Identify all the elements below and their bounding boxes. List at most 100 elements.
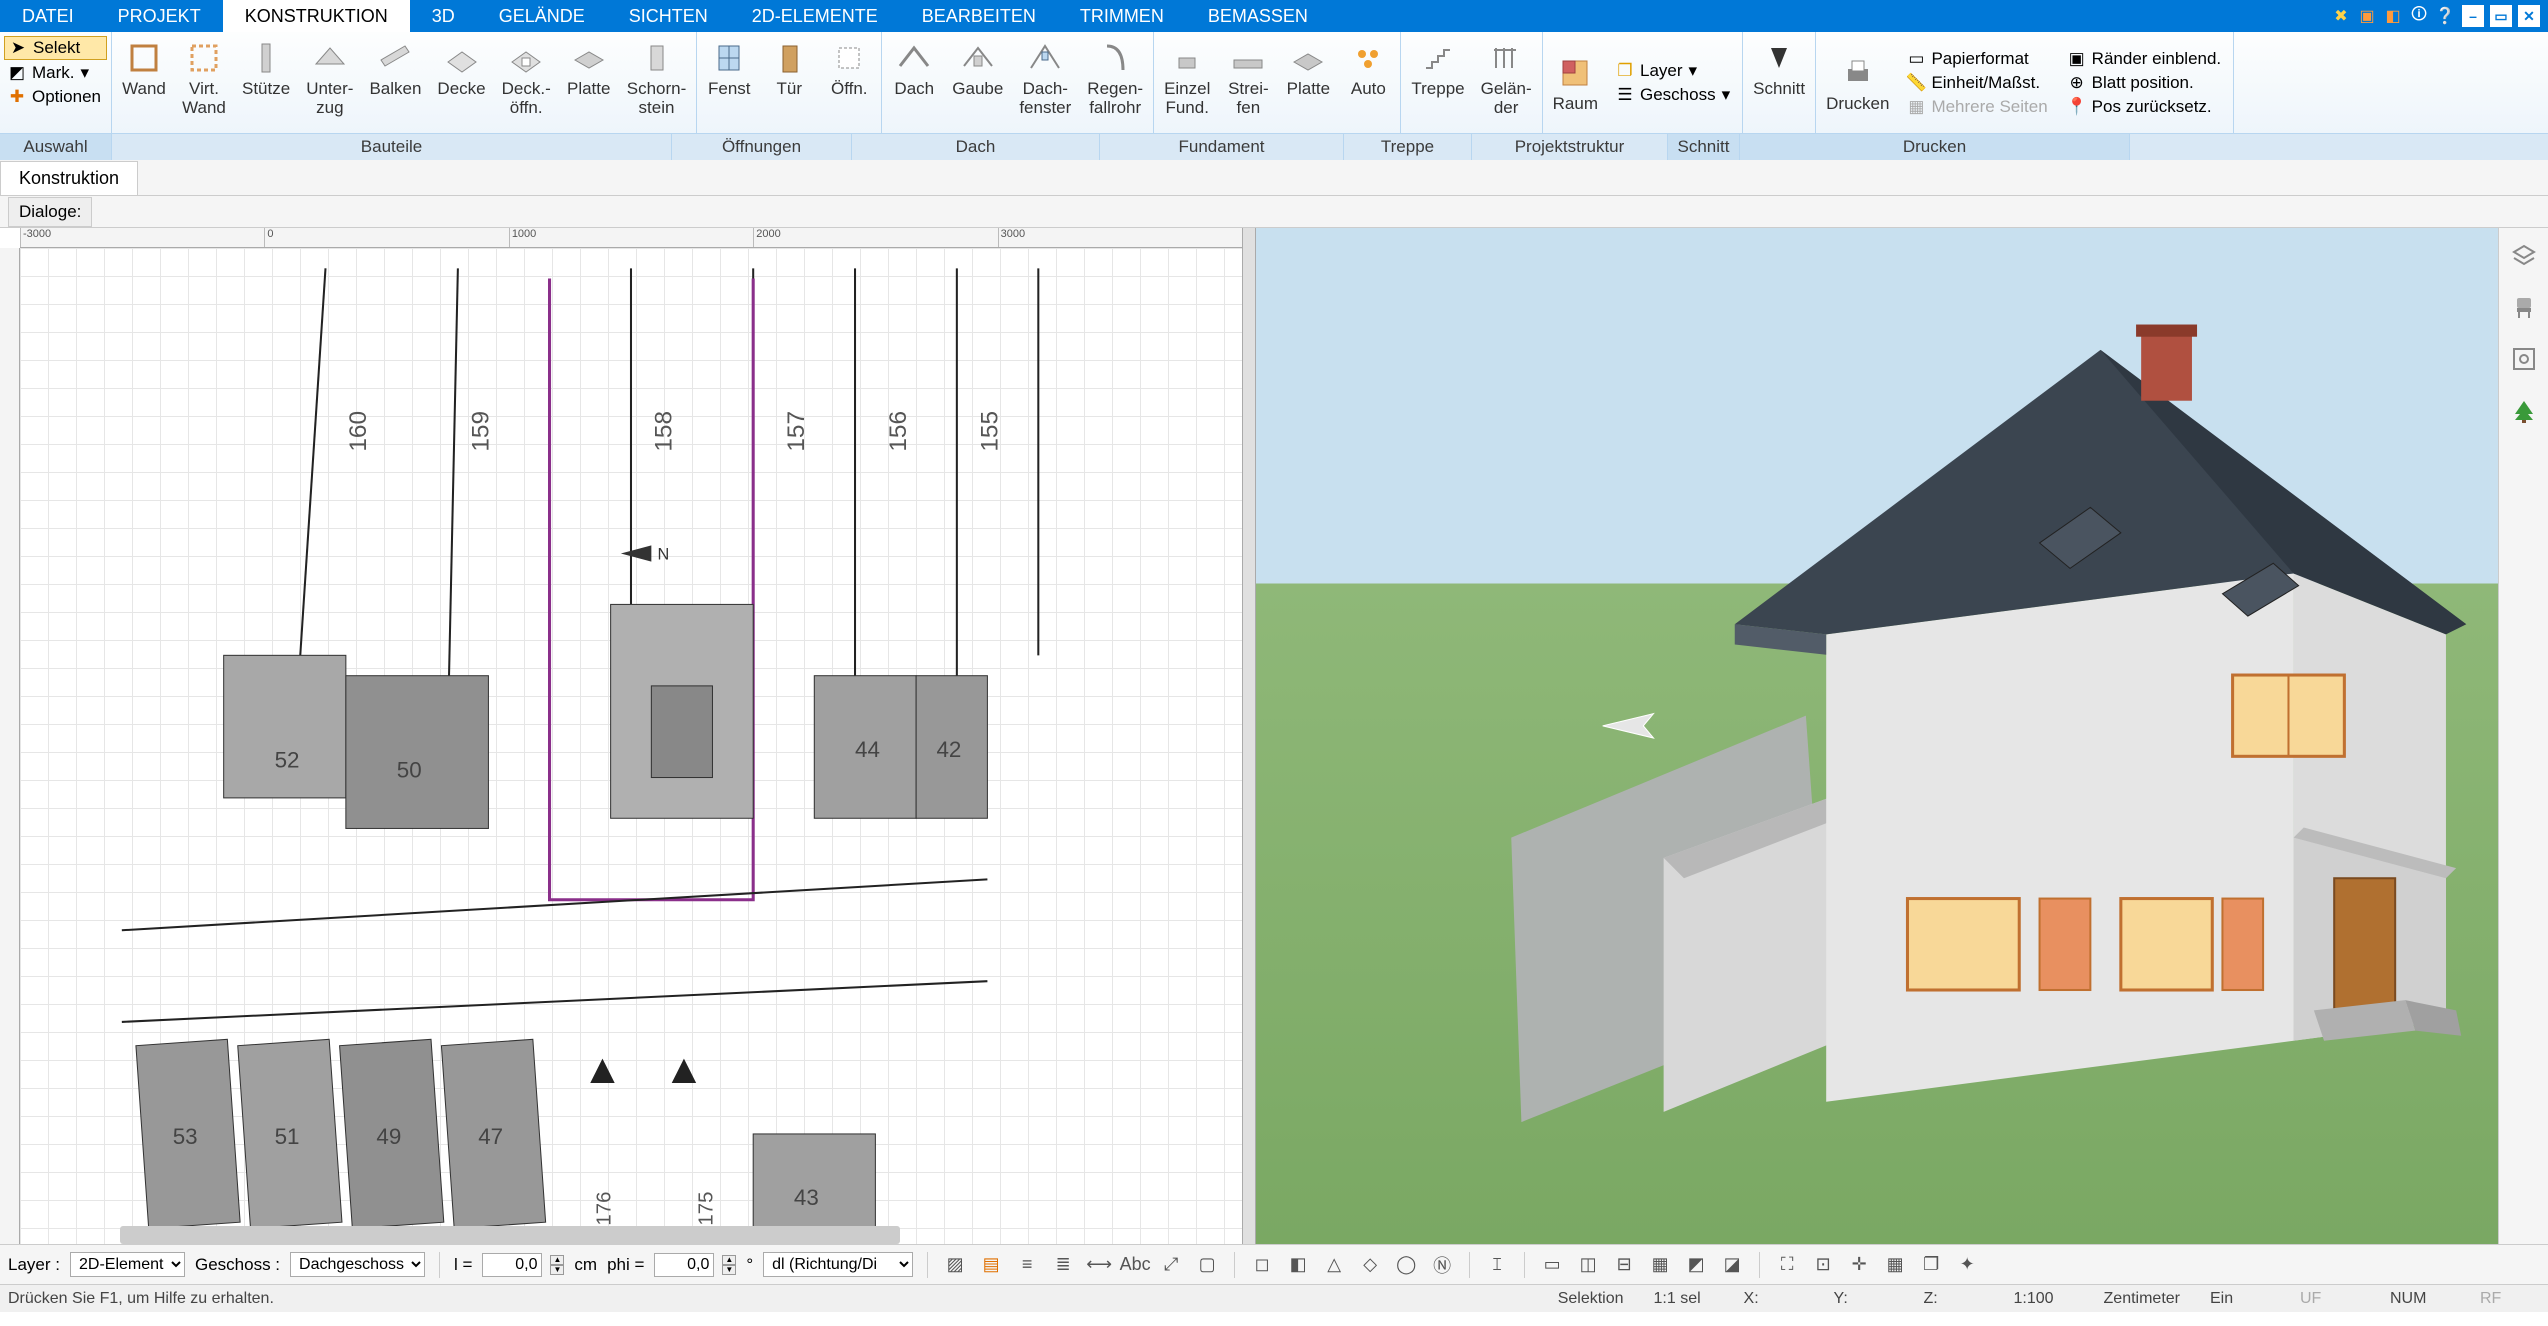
einheit-button[interactable]: 📏Einheit/Maßst. <box>1903 72 2051 94</box>
menu-3d[interactable]: 3D <box>410 0 477 32</box>
help-icon[interactable]: ❔ <box>2434 5 2456 27</box>
snap-circle-icon[interactable]: ◯ <box>1393 1252 1419 1278</box>
tree-icon[interactable] <box>2509 396 2539 426</box>
layers-icon[interactable] <box>2509 240 2539 270</box>
dialoge-label: Dialoge: <box>8 197 92 227</box>
view-2d[interactable]: -3000 0 1000 2000 3000 <box>0 228 1242 1244</box>
tool-icon-2[interactable]: ▣ <box>2356 5 2378 27</box>
mehrere-seiten-button[interactable]: ▦Mehrere Seiten <box>1903 96 2051 118</box>
layers-toggle-icon[interactable]: ❐ <box>1918 1252 1944 1278</box>
view-tri2-icon[interactable]: ◪ <box>1719 1252 1745 1278</box>
cm-label: cm <box>574 1255 597 1275</box>
chair-icon[interactable] <box>2509 292 2539 322</box>
tool-icon-arrow[interactable]: ⤢ <box>1158 1252 1184 1278</box>
optionen-button[interactable]: ✚ Optionen <box>4 86 107 108</box>
virt-wand-button[interactable]: Virt. Wand <box>176 34 232 119</box>
dl-select[interactable]: dl (Richtung/Di <box>763 1252 913 1277</box>
mark-button[interactable]: ◩ Mark. ▾ <box>4 62 107 84</box>
window-close[interactable]: ✕ <box>2518 5 2540 27</box>
menu-sichten[interactable]: SICHTEN <box>607 0 730 32</box>
explode-icon[interactable]: ✦ <box>1954 1252 1980 1278</box>
layer-select[interactable]: 2D-Element <box>70 1252 185 1277</box>
tool-icon-list[interactable]: ≣ <box>1050 1252 1076 1278</box>
view-3d[interactable] <box>1256 228 2498 1244</box>
menu-konstruktion[interactable]: KONSTRUKTION <box>223 0 410 32</box>
l-spinner[interactable]: ▲▼ <box>550 1255 564 1275</box>
snap-mid-icon[interactable]: ◧ <box>1285 1252 1311 1278</box>
wand-button[interactable]: Wand <box>116 34 172 101</box>
menu-bemassen[interactable]: BEMASSEN <box>1186 0 1330 32</box>
papierformat-button[interactable]: ▭Papierformat <box>1903 48 2051 70</box>
phi-input[interactable] <box>654 1253 714 1277</box>
menu-datei[interactable]: DATEI <box>0 0 96 32</box>
tool-icon-abc[interactable]: Abc <box>1122 1252 1148 1278</box>
scrollbar-horizontal[interactable] <box>120 1226 900 1244</box>
fenster-button[interactable]: Fenst <box>701 34 757 101</box>
treppe-button[interactable]: Treppe <box>1405 34 1470 101</box>
view-splitter[interactable] <box>1242 228 1256 1244</box>
zoom-extents-icon[interactable]: ⛶ <box>1774 1252 1800 1278</box>
phi-spinner[interactable]: ▲▼ <box>722 1255 736 1275</box>
tuer-button[interactable]: Tür <box>761 34 817 101</box>
gelaender-button[interactable]: Gelän- der <box>1475 34 1538 119</box>
stuetze-button[interactable]: Stütze <box>236 34 296 101</box>
snap-diamond-icon[interactable]: ◇ <box>1357 1252 1383 1278</box>
layer-dropdown[interactable]: ❐Layer▾ <box>1612 60 1734 82</box>
schnitt-button[interactable]: Schnitt <box>1747 34 1811 101</box>
menu-trimmen[interactable]: TRIMMEN <box>1058 0 1186 32</box>
tool-icon-4[interactable]: 🛈 <box>2408 5 2430 27</box>
panel-tab-konstruktion[interactable]: Konstruktion <box>0 161 138 195</box>
zoom-sel-icon[interactable]: ⊡ <box>1810 1252 1836 1278</box>
schornstein-button[interactable]: Schorn- stein <box>621 34 693 119</box>
tool-icon-1[interactable]: ✖ <box>2330 5 2352 27</box>
tool-icon-dim[interactable]: ⟷ <box>1086 1252 1112 1278</box>
tool-icon-hatch1[interactable]: ▨ <box>942 1252 968 1278</box>
svg-text:42: 42 <box>936 737 961 762</box>
platte-button[interactable]: Platte <box>561 34 617 101</box>
view-tri1-icon[interactable]: ◩ <box>1683 1252 1709 1278</box>
tool-icon-lines[interactable]: ≡ <box>1014 1252 1040 1278</box>
tool-icon-hatch2[interactable]: ▤ <box>978 1252 1004 1278</box>
menu-2d-elemente[interactable]: 2D-ELEMENTE <box>730 0 900 32</box>
unterzug-button[interactable]: Unter- zug <box>300 34 359 119</box>
window-restore[interactable]: ▭ <box>2490 5 2512 27</box>
drucken-button[interactable]: Drucken <box>1820 49 1895 116</box>
dachfenster-button[interactable]: Dach- fenster <box>1013 34 1077 119</box>
view-quad-icon[interactable]: ▦ <box>1647 1252 1673 1278</box>
focus-icon[interactable] <box>2509 344 2539 374</box>
snap-n-icon[interactable]: Ⓝ <box>1429 1252 1455 1278</box>
dach-button[interactable]: Dach <box>886 34 942 101</box>
einzelfund-button[interactable]: Einzel Fund. <box>1158 34 1216 119</box>
menu-bearbeiten[interactable]: BEARBEITEN <box>900 0 1058 32</box>
view-split-v-icon[interactable]: ◫ <box>1575 1252 1601 1278</box>
menu-projekt[interactable]: PROJEKT <box>96 0 223 32</box>
oeffn-button[interactable]: Öffn. <box>821 34 877 101</box>
blatt-pos-button[interactable]: ⊕Blatt position. <box>2064 72 2225 94</box>
deckoeffn-button[interactable]: Deck.- öffn. <box>496 34 557 119</box>
l-input[interactable] <box>482 1253 542 1277</box>
tool-icon-3[interactable]: ◧ <box>2382 5 2404 27</box>
view-single-icon[interactable]: ▭ <box>1539 1252 1565 1278</box>
pos-reset-button[interactable]: 📍Pos zurücksetz. <box>2064 96 2225 118</box>
raender-button[interactable]: ▣Ränder einblend. <box>2064 48 2225 70</box>
fund-platte-button[interactable]: Platte <box>1280 34 1336 101</box>
grid-toggle-icon[interactable]: ▦ <box>1882 1252 1908 1278</box>
balken-button[interactable]: Balken <box>363 34 427 101</box>
decke-button[interactable]: Decke <box>431 34 491 101</box>
streifen-button[interactable]: Strei- fen <box>1220 34 1276 119</box>
cursor-mode-icon[interactable]: 𝙸 <box>1484 1252 1510 1278</box>
snap-endpoint-icon[interactable]: ◻ <box>1249 1252 1275 1278</box>
view-split-h-icon[interactable]: ⊟ <box>1611 1252 1637 1278</box>
fund-auto-button[interactable]: Auto <box>1340 34 1396 101</box>
snap-peak-icon[interactable]: △ <box>1321 1252 1347 1278</box>
regenfallrohr-button[interactable]: Regen- fallrohr <box>1081 34 1149 119</box>
window-minimize[interactable]: – <box>2462 5 2484 27</box>
geschoss-select[interactable]: Dachgeschoss <box>290 1252 425 1277</box>
raum-button[interactable]: Raum <box>1547 49 1604 116</box>
selekt-button[interactable]: ➤ Selekt <box>4 36 107 60</box>
gaube-button[interactable]: Gaube <box>946 34 1009 101</box>
menu-gelaende[interactable]: GELÄNDE <box>477 0 607 32</box>
snap-plus-icon[interactable]: ✛ <box>1846 1252 1872 1278</box>
geschoss-dropdown[interactable]: ☰Geschoss▾ <box>1612 84 1734 106</box>
tool-icon-box[interactable]: ▢ <box>1194 1252 1220 1278</box>
